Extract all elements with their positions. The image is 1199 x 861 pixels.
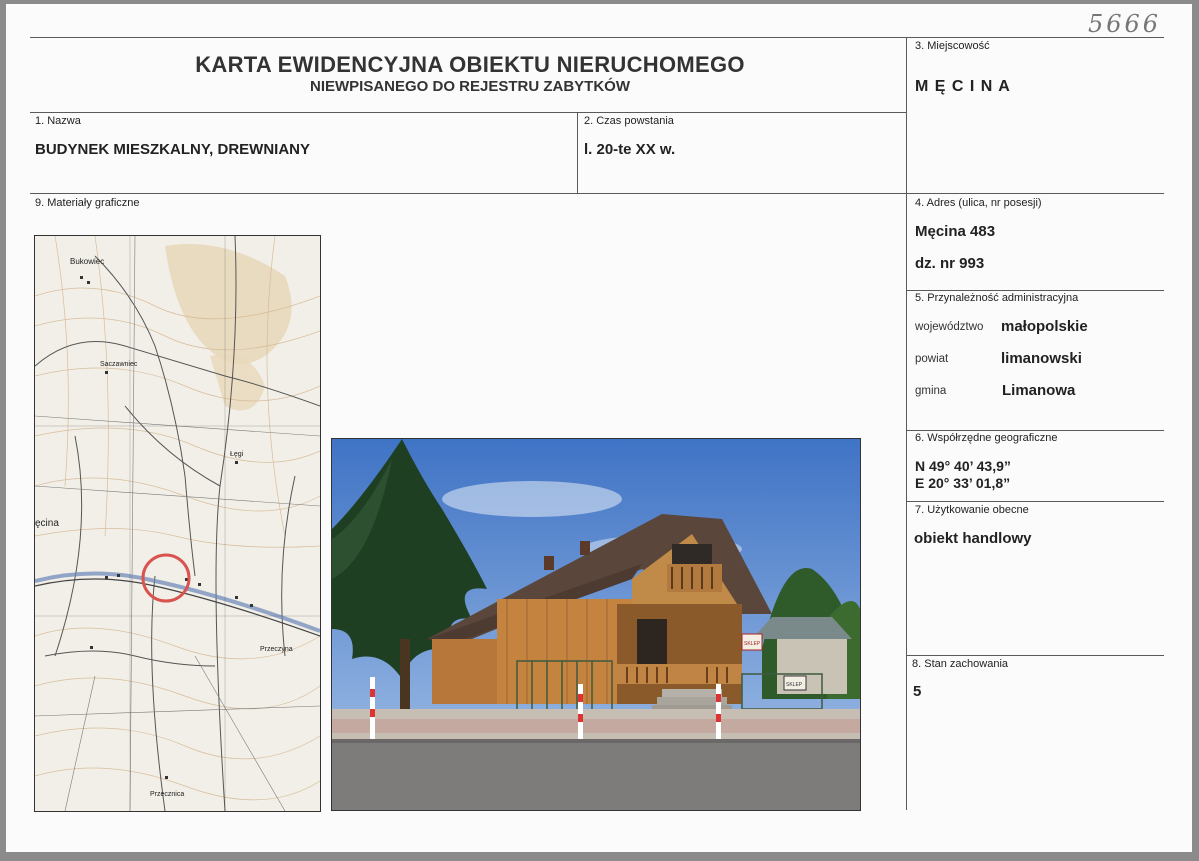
photo-drawing: SKLEP SKLEP xyxy=(332,439,860,810)
address-plot: dz. nr 993 xyxy=(915,255,985,272)
name-value: BUDYNEK MIESZKALNY, DREWNIANY xyxy=(35,141,311,158)
rule-condition xyxy=(906,655,1164,656)
usage-label: 7. Użytkowanie obecne xyxy=(915,504,1029,516)
condition-value: 5 xyxy=(913,683,922,700)
locality-value: M Ę C I N A xyxy=(915,78,1011,95)
sign-shop-1: SKLEP xyxy=(744,641,761,647)
map-label-przeczyna: Przeczyna xyxy=(260,646,293,653)
usage-value: obiekt handlowy xyxy=(914,530,1032,547)
period-label: 2. Czas powstania xyxy=(584,115,674,127)
vdivider-right-column xyxy=(906,37,907,810)
name-label: 1. Nazwa xyxy=(35,115,81,127)
map-label-legi: Łęgi xyxy=(230,451,244,458)
sheet-number: 5666 xyxy=(1088,10,1162,38)
map-label-przecznica: Przecznica xyxy=(150,791,184,798)
topographic-map-drawing: Bukowiec Saczawniec Łęgi ęcina Przeczyna… xyxy=(35,236,320,811)
commune-value: Limanowa xyxy=(1002,382,1076,399)
commune-label: gmina xyxy=(915,385,947,397)
condition-label: 8. Stan zachowania xyxy=(912,658,1009,670)
sign-shop-2: SKLEP xyxy=(786,682,803,688)
rule-usage xyxy=(906,501,1164,502)
location-map: Bukowiec Saczawniec Łęgi ęcina Przeczyna… xyxy=(34,235,321,812)
top-rule xyxy=(30,37,1164,38)
county-label: powiat xyxy=(915,353,949,365)
county-value: limanowski xyxy=(1001,350,1082,367)
admin-label: 5. Przynależność administracyjna xyxy=(915,292,1079,304)
coords-lon: E 20° 33’ 01,8” xyxy=(915,475,1011,491)
coords-label: 6. Współrzędne geograficzne xyxy=(915,432,1058,444)
rule-coords xyxy=(906,430,1164,431)
rule-under-name xyxy=(30,193,1164,194)
address-label: 4. Adres (ulica, nr posesji) xyxy=(915,197,1042,209)
locality-label: 3. Miejscowość xyxy=(915,40,990,52)
card-subtitle: NIEWPISANEGO DO REJESTRU ZABYTKÓW xyxy=(309,78,631,95)
rule-under-header xyxy=(30,112,907,113)
period-value: l. 20-te XX w. xyxy=(584,141,676,158)
voivodeship-value: małopolskie xyxy=(1001,318,1088,335)
card-title: KARTA EWIDENCYJNA OBIEKTU NIERUCHOMEGO xyxy=(195,52,745,77)
vdivider-name-period xyxy=(577,112,578,194)
building-photo: SKLEP SKLEP xyxy=(331,438,861,811)
map-label-bieczek: Saczawniec xyxy=(100,361,138,368)
voivodeship-label: województwo xyxy=(915,321,984,333)
address-street: Męcina 483 xyxy=(915,223,996,240)
map-label-bukowiec: Bukowiec xyxy=(70,257,104,266)
rule-admin xyxy=(906,290,1164,291)
map-label-mecina: ęcina xyxy=(35,518,59,529)
coords-lat: N 49° 40’ 43,9” xyxy=(915,458,1011,474)
graphics-label: 9. Materiały graficzne xyxy=(35,197,140,209)
